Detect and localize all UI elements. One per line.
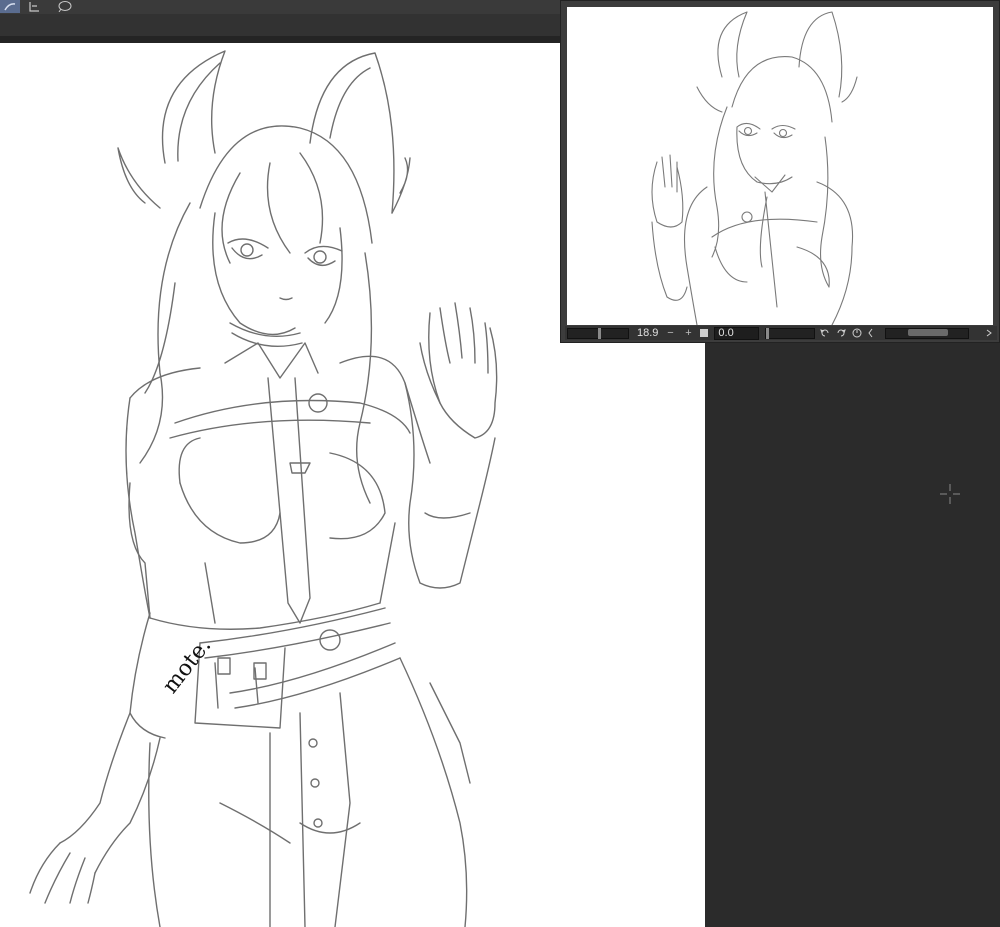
command-bar <box>0 14 560 36</box>
fit-icon <box>700 329 709 337</box>
brush-tool-icon <box>4 3 16 11</box>
brush-tool-button[interactable] <box>0 0 20 13</box>
rotate-right-button[interactable] <box>835 327 847 339</box>
reset-rotation-icon <box>852 328 862 338</box>
workspace-background <box>705 343 1000 927</box>
zoom-slider[interactable] <box>567 327 629 339</box>
navigator-controls: 18.9 − + 0.0 <box>565 326 997 340</box>
reset-rotation-button[interactable] <box>851 327 863 339</box>
crosshair-cursor-icon <box>940 484 960 504</box>
speech-bubble-button[interactable] <box>54 0 74 13</box>
rotate-slider[interactable] <box>765 327 816 339</box>
fit-to-window-button[interactable] <box>698 327 710 339</box>
rotate-right-icon <box>837 329 847 337</box>
rotate-left-icon <box>820 329 829 337</box>
chevron-right-icon <box>986 329 992 337</box>
navigator-scrollbar[interactable] <box>885 327 970 339</box>
rotate-value[interactable]: 0.0 <box>714 326 760 340</box>
scroll-right-button[interactable] <box>983 327 995 339</box>
navigator-thumbnail-sketch <box>651 11 858 325</box>
speech-bubble-icon <box>58 1 72 12</box>
navigator-panel: 18.9 − + 0.0 <box>560 0 1000 343</box>
zoom-out-button[interactable]: − <box>664 327 676 339</box>
canvas-ruler-edge <box>0 36 560 43</box>
zoom-in-button[interactable]: + <box>682 327 694 339</box>
layer-property-button[interactable] <box>24 0 44 13</box>
flip-button[interactable] <box>865 327 877 339</box>
navigator-preview[interactable] <box>567 7 993 325</box>
zoom-value: 18.9 <box>637 327 659 339</box>
layer-property-icon <box>29 2 39 12</box>
flip-icon <box>868 328 873 338</box>
rotate-left-button[interactable] <box>819 327 831 339</box>
